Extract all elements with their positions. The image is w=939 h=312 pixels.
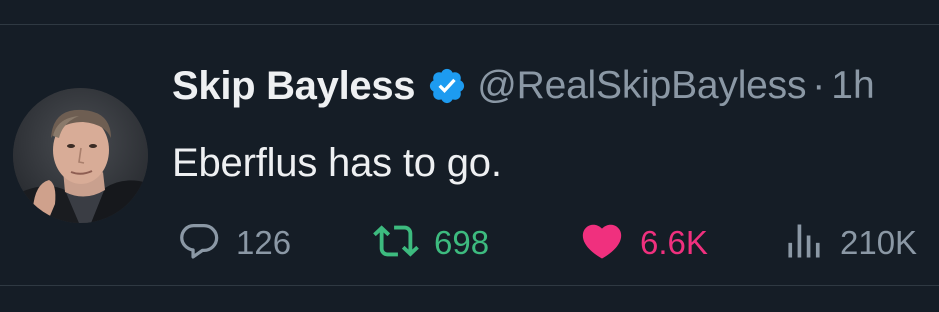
retweet-button[interactable]: 698 xyxy=(372,220,489,266)
separator-dot: · xyxy=(812,64,826,107)
bottom-divider xyxy=(0,285,939,286)
author-handle[interactable]: @RealSkipBayless xyxy=(477,64,806,108)
views-chart-icon xyxy=(782,218,826,269)
avatar[interactable] xyxy=(13,88,148,223)
reply-count: 126 xyxy=(236,224,292,261)
like-count: 6.6K xyxy=(640,224,708,261)
heart-icon xyxy=(578,218,626,269)
like-button[interactable]: 6.6K xyxy=(578,220,708,266)
verified-badge-icon xyxy=(427,66,467,106)
tweet-timestamp[interactable]: 1h xyxy=(831,64,874,108)
reply-button[interactable]: 126 xyxy=(176,220,291,266)
tweet[interactable]: Skip Bayless @RealSkipBayless · 1h Eberf… xyxy=(0,25,939,285)
views-button[interactable]: 210K xyxy=(782,220,917,266)
tweet-text: Eberflus has to go. xyxy=(172,141,502,185)
views-count: 210K xyxy=(840,224,918,261)
retweet-icon xyxy=(372,218,420,269)
display-name[interactable]: Skip Bayless xyxy=(172,64,416,109)
reply-icon xyxy=(176,218,222,269)
retweet-count: 698 xyxy=(434,224,490,261)
tweet-header: Skip Bayless @RealSkipBayless · 1h xyxy=(172,61,875,111)
